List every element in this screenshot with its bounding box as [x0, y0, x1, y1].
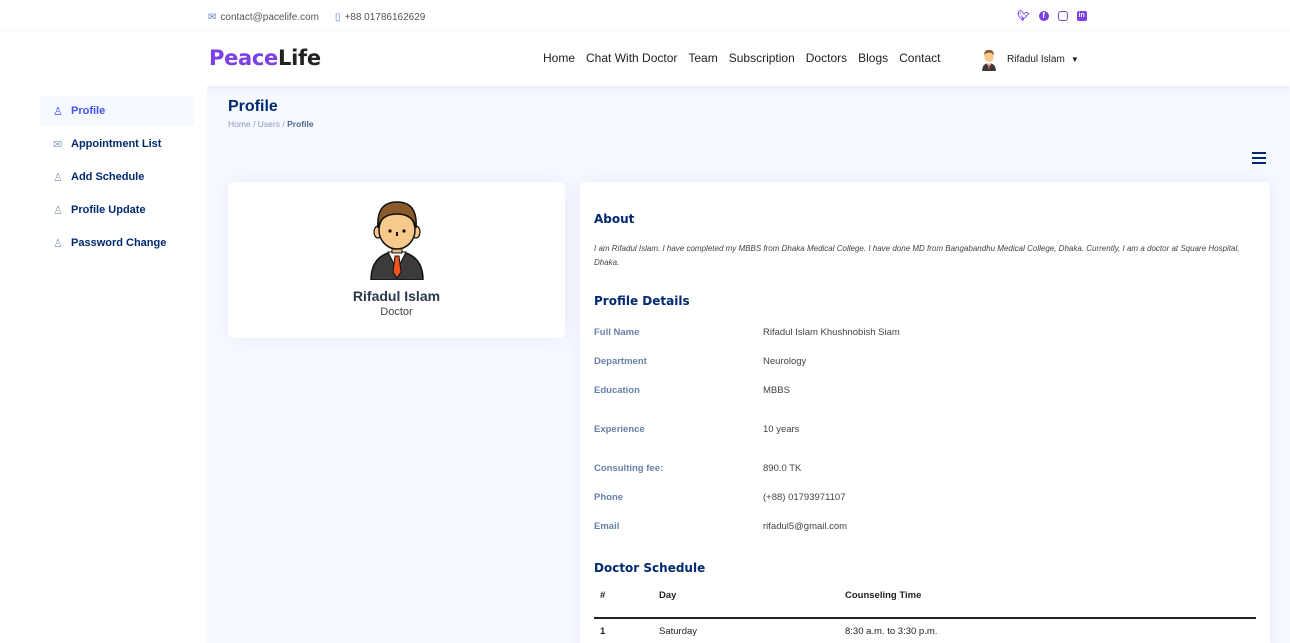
detail-label: Education [594, 385, 640, 396]
detail-label: Department [594, 356, 647, 367]
detail-label: Phone [594, 492, 624, 503]
doctor-schedule-heading: Doctor Schedule [594, 561, 706, 575]
nav-subscription[interactable]: Subscription [729, 51, 795, 65]
sidebar: ♙ Profile ✉ Appointment List ♙ Add Sched… [0, 86, 207, 643]
sidebar-item-label: Add Schedule [71, 171, 145, 183]
facebook-icon[interactable]: f [1038, 11, 1049, 21]
detail-label: Consulting fee: [594, 463, 664, 474]
person-icon: ♙ [53, 105, 63, 118]
detail-value: Neurology [763, 356, 807, 367]
profile-details-heading: Profile Details [594, 294, 690, 308]
instagram-icon[interactable] [1057, 11, 1068, 21]
sidebar-item-password-change[interactable]: ♙ Password Change [40, 228, 194, 258]
detail-label: Full Name [594, 327, 640, 338]
sidebar-item-label: Profile Update [71, 204, 146, 216]
nav-blogs[interactable]: Blogs [858, 51, 888, 65]
detail-value: 890.0 TK [763, 463, 802, 474]
table-header-divider [594, 617, 1256, 619]
logo-part-2: Life [278, 46, 321, 70]
nav-doctors[interactable]: Doctors [806, 51, 847, 65]
about-text: I am Rifadul Islam. I have completed my … [594, 244, 1240, 267]
topbar: ✉ contact@pacelife.com ▯ +88 01786162629… [0, 0, 1290, 32]
sidebar-item-label: Appointment List [71, 138, 162, 150]
sidebar-item-profile-update[interactable]: ♙ Profile Update [40, 195, 194, 225]
contact-phone[interactable]: +88 01786162629 [344, 12, 425, 23]
person-icon: ♙ [53, 237, 63, 250]
envelope-icon: ✉ [208, 12, 217, 23]
nav-chat-with-doctor[interactable]: Chat With Doctor [586, 51, 677, 65]
nav-home[interactable]: Home [543, 51, 575, 65]
chevron-down-icon: ▼ [1070, 54, 1079, 64]
sidebar-item-appointment-list[interactable]: ✉ Appointment List [40, 129, 194, 159]
detail-label: Email [594, 521, 620, 532]
sidebar-item-label: Password Change [71, 237, 167, 249]
menu-toggle-icon[interactable] [1252, 152, 1266, 164]
linkedin-icon[interactable]: in [1076, 11, 1087, 21]
sidebar-item-add-schedule[interactable]: ♙ Add Schedule [40, 162, 194, 192]
twitter-icon[interactable]: 🐦︎ [1017, 11, 1030, 22]
person-icon: ♙ [53, 171, 63, 184]
breadcrumb-current: Profile [287, 119, 314, 129]
user-name: Rifadul Islam [1007, 53, 1065, 65]
social-links: 🐦︎ f in [1017, 11, 1087, 22]
table-header: Day [659, 590, 677, 601]
contact-email[interactable]: contact@pacelife.com [220, 12, 319, 23]
detail-label: Experience [594, 424, 645, 435]
breadcrumb: Home / Users / Profile [228, 119, 314, 129]
table-cell: Saturday [659, 626, 698, 637]
breadcrumb-users[interactable]: Users [258, 119, 280, 129]
doctor-avatar [370, 201, 424, 280]
logo-part-1: Peace [209, 46, 278, 70]
main-nav: Home Chat With Doctor Team Subscription … [543, 51, 941, 65]
detail-value: rifadul5@gmail.com [763, 521, 848, 532]
profile-name: Rifadul Islam [352, 288, 441, 304]
table-header: Counseling Time [845, 590, 922, 601]
contact-info: ✉ contact@pacelife.com ▯ +88 01786162629 [208, 12, 425, 23]
envelope-icon: ✉ [53, 138, 63, 151]
nav-team[interactable]: Team [688, 51, 717, 65]
detail-value: MBBS [763, 385, 790, 396]
profile-details-card: About I am Rifadul Islam. I have complet… [580, 182, 1270, 643]
profile-card: Rifadul Islam Doctor [228, 182, 565, 338]
table-cell: 1 [600, 626, 606, 637]
detail-value: Rifadul Islam Khushnobish Siam [763, 327, 900, 338]
phone-icon: ▯ [334, 12, 341, 23]
user-menu[interactable]: Rifadul Islam ▼ [977, 47, 1079, 71]
nav-contact[interactable]: Contact [899, 51, 940, 65]
about-heading: About [594, 212, 635, 226]
person-icon: ♙ [53, 204, 63, 217]
sidebar-item-profile[interactable]: ♙ Profile [40, 96, 194, 126]
detail-value: (+88) 01793971107 [763, 492, 846, 503]
sidebar-item-label: Profile [71, 105, 106, 117]
header: PeaceLife Home Chat With Doctor Team Sub… [0, 32, 1290, 86]
page-title: Profile [228, 98, 278, 115]
profile-role: Doctor [380, 306, 413, 318]
table-header: # [600, 590, 606, 601]
table-cell: 8:30 a.m. to 3:30 p.m. [845, 626, 938, 637]
avatar [982, 49, 996, 71]
breadcrumb-home[interactable]: Home [228, 119, 251, 129]
logo[interactable]: PeaceLife [209, 46, 321, 70]
detail-value: 10 years [763, 424, 800, 435]
